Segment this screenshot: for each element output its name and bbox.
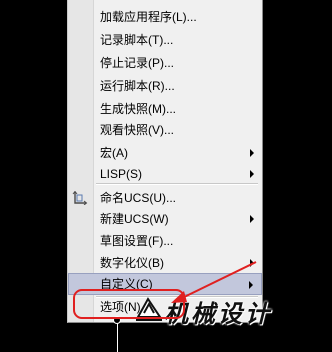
red-annotation-arrow — [171, 261, 257, 303]
screenshot-stage: 加载应用程序(L)... 记录脚本(T)... 停止记录(P)... 运行脚本(… — [0, 0, 332, 352]
